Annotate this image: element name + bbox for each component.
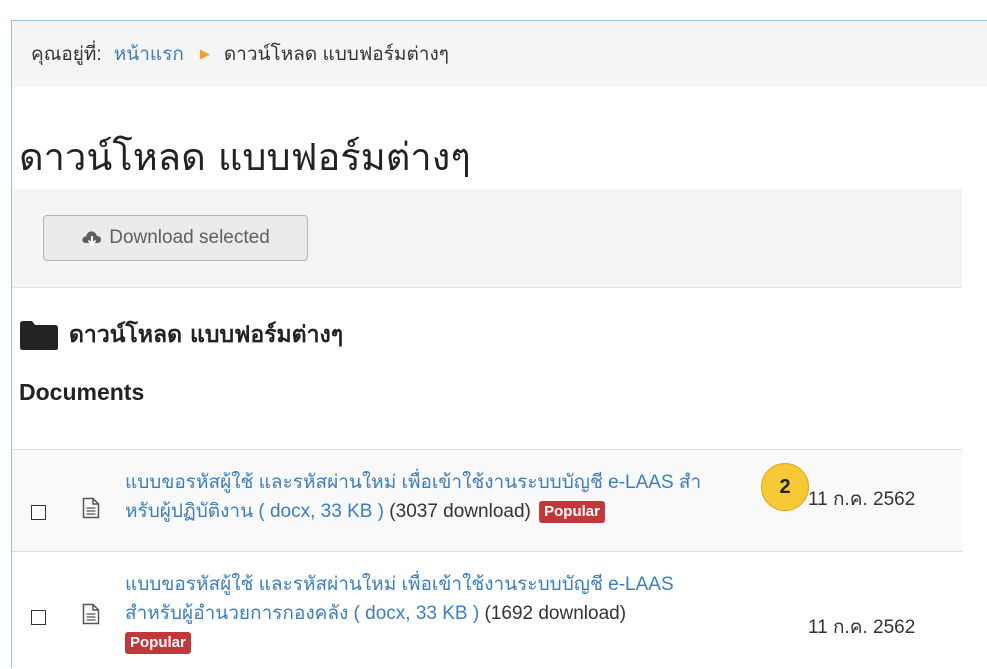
table-row: แบบขอรหัสผู้ใช้ และรหัสผ่านใหม่ เพื่อเข้…: [12, 551, 962, 669]
row-checkbox[interactable]: [31, 505, 46, 520]
breadcrumb-separator-icon: ▶: [199, 46, 210, 61]
download-selected-button[interactable]: Download selected: [43, 215, 308, 261]
table-row: แบบขอรหัสผู้ใช้ และรหัสผ่านใหม่ เพื่อเข้…: [12, 449, 962, 551]
download-count: (1692 download): [484, 603, 627, 624]
category-heading: ดาวน์โหลด แบบฟอร์มต่างๆ: [19, 317, 343, 353]
category-name: ดาวน์โหลด แบบฟอร์มต่างๆ: [69, 322, 344, 348]
download-count: (3037 download): [389, 501, 531, 522]
breadcrumb: คุณอยู่ที่: หน้าแรก ▶ ดาวน์โหลด แบบฟอร์ม…: [12, 21, 987, 87]
popular-badge: Popular: [539, 501, 605, 523]
breadcrumb-home-link[interactable]: หน้าแรก: [114, 39, 184, 69]
page-title: ดาวน์โหลด แบบฟอร์มต่างๆ: [19, 135, 471, 179]
folder-icon: [20, 321, 58, 350]
breadcrumb-current: ดาวน์โหลด แบบฟอร์มต่างๆ: [223, 44, 449, 65]
popular-badge: Popular: [125, 632, 191, 654]
page-frame: คุณอยู่ที่: หน้าแรก ▶ ดาวน์โหลด แบบฟอร์ม…: [11, 20, 987, 669]
download-selected-label: Download selected: [109, 227, 270, 248]
document-link-cont[interactable]: หรับผู้ปฏิบัติงาน ( docx, 33 KB ): [125, 501, 384, 522]
document-icon: [82, 603, 100, 625]
breadcrumb-prefix: คุณอยู่ที่:: [31, 44, 102, 65]
document-date: 11 ก.ค. 2562: [808, 489, 916, 510]
cloud-download-icon: [82, 231, 102, 247]
document-link[interactable]: แบบขอรหัสผู้ใช้ และรหัสผ่านใหม่ เพื่อเข้…: [125, 574, 674, 595]
document-link-cont[interactable]: สำหรับผู้อำนวยการกองคลัง ( docx, 33 KB ): [125, 603, 479, 624]
document-entry: แบบขอรหัสผู้ใช้ และรหัสผ่านใหม่ เพื่อเข้…: [125, 570, 780, 657]
documents-heading: Documents: [19, 379, 145, 405]
row-checkbox[interactable]: [31, 610, 46, 625]
document-icon: [82, 497, 100, 519]
download-toolbar: Download selected: [12, 189, 962, 288]
document-date: 11 ก.ค. 2562: [808, 617, 916, 638]
document-link[interactable]: แบบขอรหัสผู้ใช้ และรหัสผ่านใหม่ เพื่อเข้…: [125, 472, 701, 493]
step-marker: 2: [761, 463, 809, 511]
document-entry: แบบขอรหัสผู้ใช้ และรหัสผ่านใหม่ เพื่อเข้…: [125, 468, 780, 526]
